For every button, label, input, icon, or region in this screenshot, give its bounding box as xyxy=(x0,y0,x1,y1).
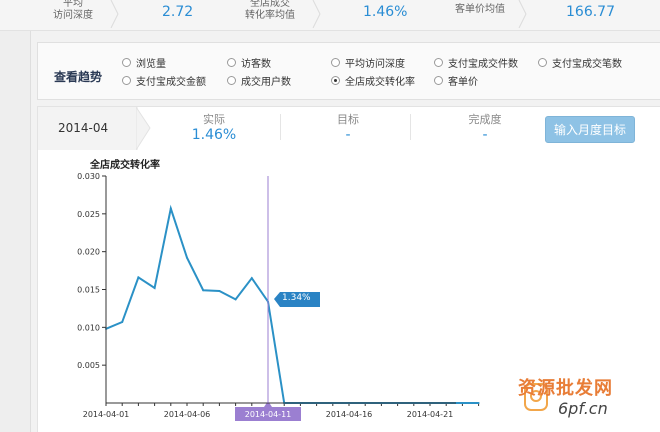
watermark-text: 资源批发网 xyxy=(518,378,613,399)
data-point xyxy=(121,321,124,324)
data-point xyxy=(250,277,253,280)
data-point xyxy=(234,298,237,301)
x-tick-label: 2014-04-16 xyxy=(326,410,373,419)
data-point xyxy=(477,402,480,404)
x-tick-label: 2014-04-06 xyxy=(164,410,211,419)
data-point xyxy=(218,290,221,293)
line-chart: 0.030 0.025 0.020 0.015 0.010 0.005 2014-04-0… xyxy=(77,172,480,421)
y-tick-label: 0.025 xyxy=(77,210,100,219)
x-tick-label: 2014-04-21 xyxy=(407,410,454,419)
y-tick-label: 0.010 xyxy=(77,323,100,332)
watermark-url: 6pf.cn xyxy=(558,399,608,418)
data-point xyxy=(202,289,205,292)
y-tick-label: 0.030 xyxy=(77,172,100,181)
y-tick-label: 0.020 xyxy=(77,248,100,257)
data-point xyxy=(137,276,140,279)
tooltip-value: 1.34% xyxy=(282,293,311,303)
data-point xyxy=(169,207,172,210)
y-tick-label: 0.015 xyxy=(77,286,100,295)
x-tick-label: 2014-04-11 xyxy=(245,410,292,419)
x-tick-label: 2014-04-01 xyxy=(83,410,130,419)
data-point xyxy=(461,402,464,404)
data-point xyxy=(186,256,188,259)
data-point xyxy=(153,286,156,289)
y-tick-label: 0.005 xyxy=(77,361,100,370)
